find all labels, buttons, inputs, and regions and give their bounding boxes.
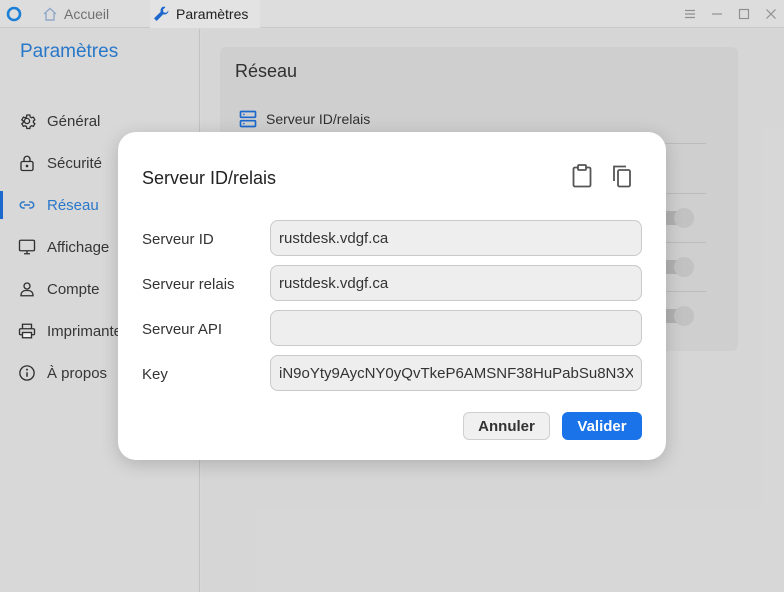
ok-button[interactable]: Valider bbox=[562, 412, 642, 440]
cancel-button[interactable]: Annuler bbox=[463, 412, 550, 440]
key-input[interactable] bbox=[270, 355, 642, 391]
id-server-input[interactable] bbox=[270, 220, 642, 256]
clipboard-paste-icon bbox=[572, 164, 592, 188]
relay-server-label: Serveur relais bbox=[142, 276, 235, 293]
dialog-title: Serveur ID/relais bbox=[142, 168, 277, 188]
relay-server-input[interactable] bbox=[270, 265, 642, 301]
api-server-label: Serveur API bbox=[142, 321, 223, 338]
key-label: Key bbox=[142, 366, 168, 383]
api-server-input[interactable] bbox=[270, 310, 642, 346]
copy-button[interactable] bbox=[610, 163, 634, 189]
id-server-label: Serveur ID bbox=[142, 231, 214, 248]
paste-button[interactable] bbox=[570, 163, 594, 189]
id-relay-server-dialog: Serveur ID/relais Serveur ID Serveur rel… bbox=[118, 132, 666, 460]
copy-icon bbox=[613, 165, 631, 188]
